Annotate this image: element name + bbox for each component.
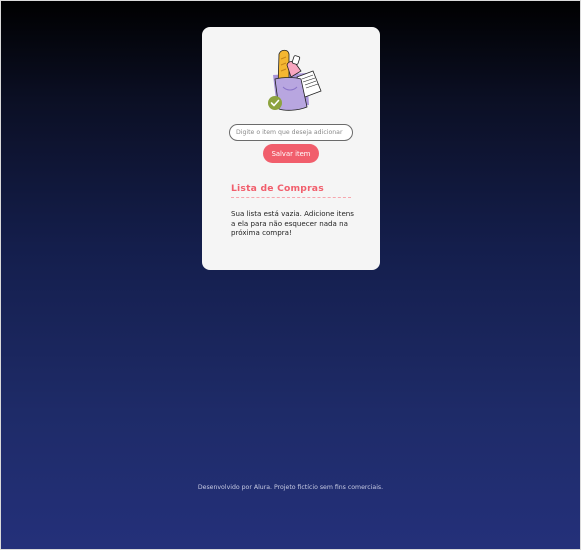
save-item-button[interactable]: Salvar item: [263, 144, 319, 163]
check-circle-icon: [268, 96, 282, 110]
item-input[interactable]: [229, 124, 353, 141]
shopping-bag-icon: [268, 49, 322, 111]
title-divider: [231, 197, 351, 198]
footer-text: Desenvolvido por Alura. Projeto fictício…: [197, 484, 384, 491]
list-title: Lista de Compras: [231, 183, 324, 194]
shopping-list-card: Salvar item Lista de Compras Sua lista e…: [202, 27, 380, 270]
empty-list-message: Sua lista está vazia. Adicione itens a e…: [231, 209, 354, 238]
